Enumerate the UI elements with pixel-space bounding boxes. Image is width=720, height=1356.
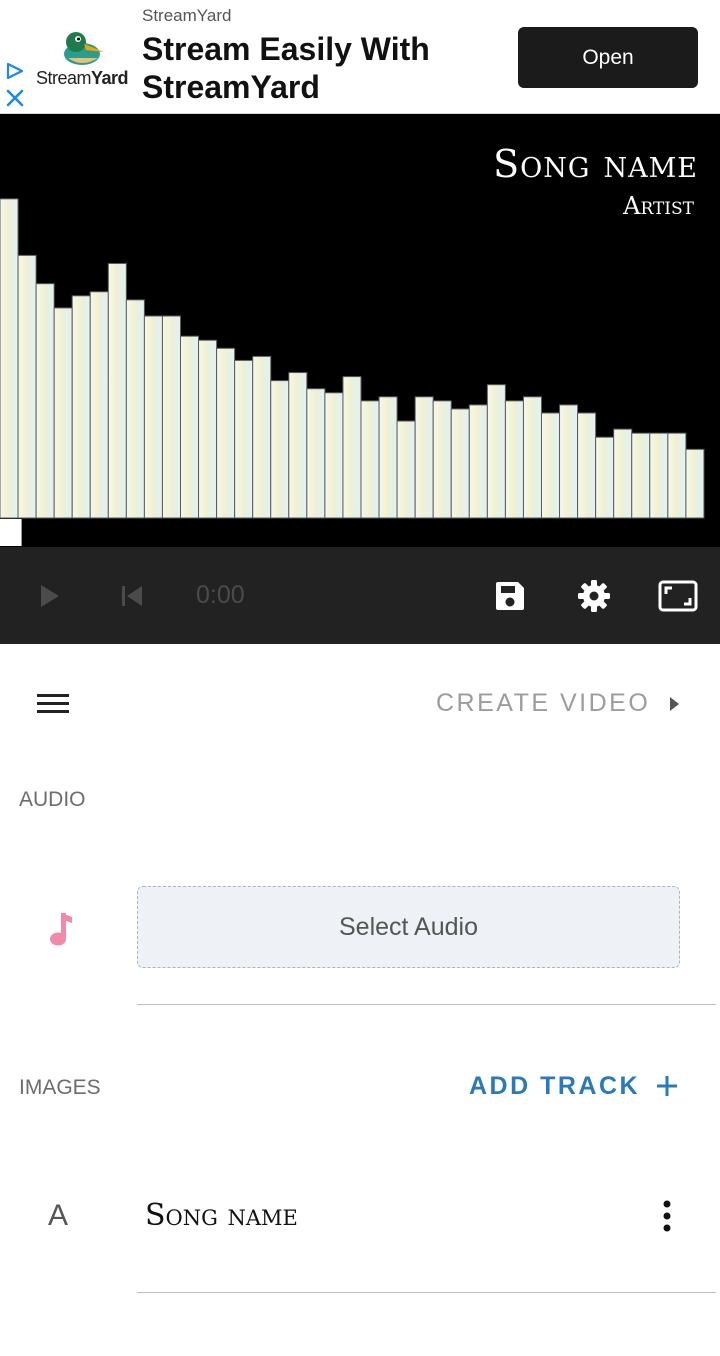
ad-brand-wordmark: StreamYard [36,68,129,88]
visualizer-preview: Song name Artist [0,114,720,547]
audio-bar [667,432,687,519]
adchoices-icon[interactable] [5,62,25,80]
editor-panel: CREATE VIDEO AUDIO Select Audio IMAGES A… [0,644,720,1356]
audio-bar [89,291,109,519]
audio-bar [414,396,434,519]
skip-back-button[interactable] [112,547,152,644]
audio-bar [378,396,398,519]
settings-button[interactable] [574,547,614,644]
audio-bar [613,428,633,519]
text-track-icon: A [48,1199,69,1232]
create-video-button[interactable]: CREATE VIDEO [436,689,650,718]
hamburger-menu-icon[interactable] [33,689,73,719]
artist-name: Artist [623,192,694,220]
track-divider [137,1292,716,1293]
audio-bar [143,315,163,519]
audio-bar [541,412,561,519]
audio-bar [270,380,290,519]
save-button[interactable] [490,547,530,644]
audio-bar [360,400,380,519]
plus-icon[interactable] [655,1074,679,1098]
audio-bar [107,262,127,519]
audio-bar [324,392,344,519]
section-divider [137,1004,716,1005]
audio-bar [432,400,452,519]
audio-bar [649,432,669,519]
fullscreen-button[interactable] [656,547,700,644]
audio-bar [234,359,254,519]
ad-headline[interactable]: Stream Easily With StreamYard [142,30,472,106]
add-track-button[interactable]: ADD TRACK [469,1072,640,1101]
audio-bar [685,448,705,519]
ad-open-button[interactable]: Open [518,27,698,88]
audio-bar [522,396,543,519]
audio-bar [71,295,91,519]
settings-icon [578,579,610,612]
audio-bar [125,299,145,519]
audio-section-label: AUDIO [19,788,86,811]
audio-bar [198,339,218,519]
audio-bar [252,355,272,519]
music-note-icon [50,913,72,946]
audio-bar [396,420,416,519]
audio-bar [342,376,362,519]
audio-bar [504,400,524,519]
select-audio-button[interactable]: Select Audio [137,886,680,968]
ad-source: StreamYard [142,6,232,25]
audio-bar [306,388,326,519]
audio-bar [0,198,19,519]
audio-bar [595,436,615,519]
audio-bar [577,412,597,519]
audio-bar [216,347,236,519]
more-options-icon[interactable] [655,1196,679,1236]
audio-bar [559,404,579,519]
chevron-right-icon[interactable] [664,692,684,716]
save-icon [496,581,524,610]
play-icon [41,584,59,607]
streamyard-logo-icon [64,32,104,65]
fullscreen-icon [658,580,698,611]
audio-bar [631,432,651,519]
audio-bar [35,283,55,519]
images-section-label: IMAGES [19,1076,101,1099]
ad-banner[interactable]: StreamYard StreamYard Stream Easily With… [0,0,720,114]
audio-bar [288,372,308,519]
audio-bar [17,254,37,519]
player-controls: 0:00 [0,547,720,644]
progress-fill[interactable] [0,519,22,546]
audio-bar [486,384,506,519]
audio-bar [468,404,488,519]
skip-back-icon [122,585,142,606]
audio-bar [161,315,181,519]
play-button[interactable] [30,547,70,644]
text-track-name[interactable]: Song name [145,1198,298,1233]
audio-bar [53,307,73,519]
song-title: Song name [493,142,698,186]
audio-bar [450,408,470,519]
audio-bar [180,335,200,519]
ad-close-icon[interactable] [5,88,25,108]
current-time: 0:00 [196,581,245,609]
